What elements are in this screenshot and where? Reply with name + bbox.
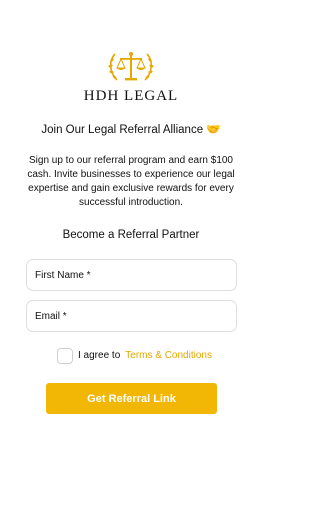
intro-text: Sign up to our referral program and earn… <box>27 155 235 208</box>
form-heading: Become a Referral Partner <box>62 229 200 241</box>
brand-name: HDH LEGAL <box>83 88 179 104</box>
terms-link[interactable]: Terms & Conditions <box>125 350 212 361</box>
terms-checkbox[interactable] <box>57 347 73 364</box>
page-headline: Join Our Legal Referral Alliance 🤝 <box>41 124 221 136</box>
scales-of-justice-icon <box>108 52 154 81</box>
terms-agreement: I agree to Terms & Conditions <box>57 347 212 364</box>
get-referral-link-button[interactable]: Get Referral Link <box>46 383 217 414</box>
email-field[interactable]: Email * <box>26 300 237 332</box>
agree-text: I agree to <box>78 350 121 361</box>
first-name-field[interactable]: First Name * <box>26 259 237 291</box>
